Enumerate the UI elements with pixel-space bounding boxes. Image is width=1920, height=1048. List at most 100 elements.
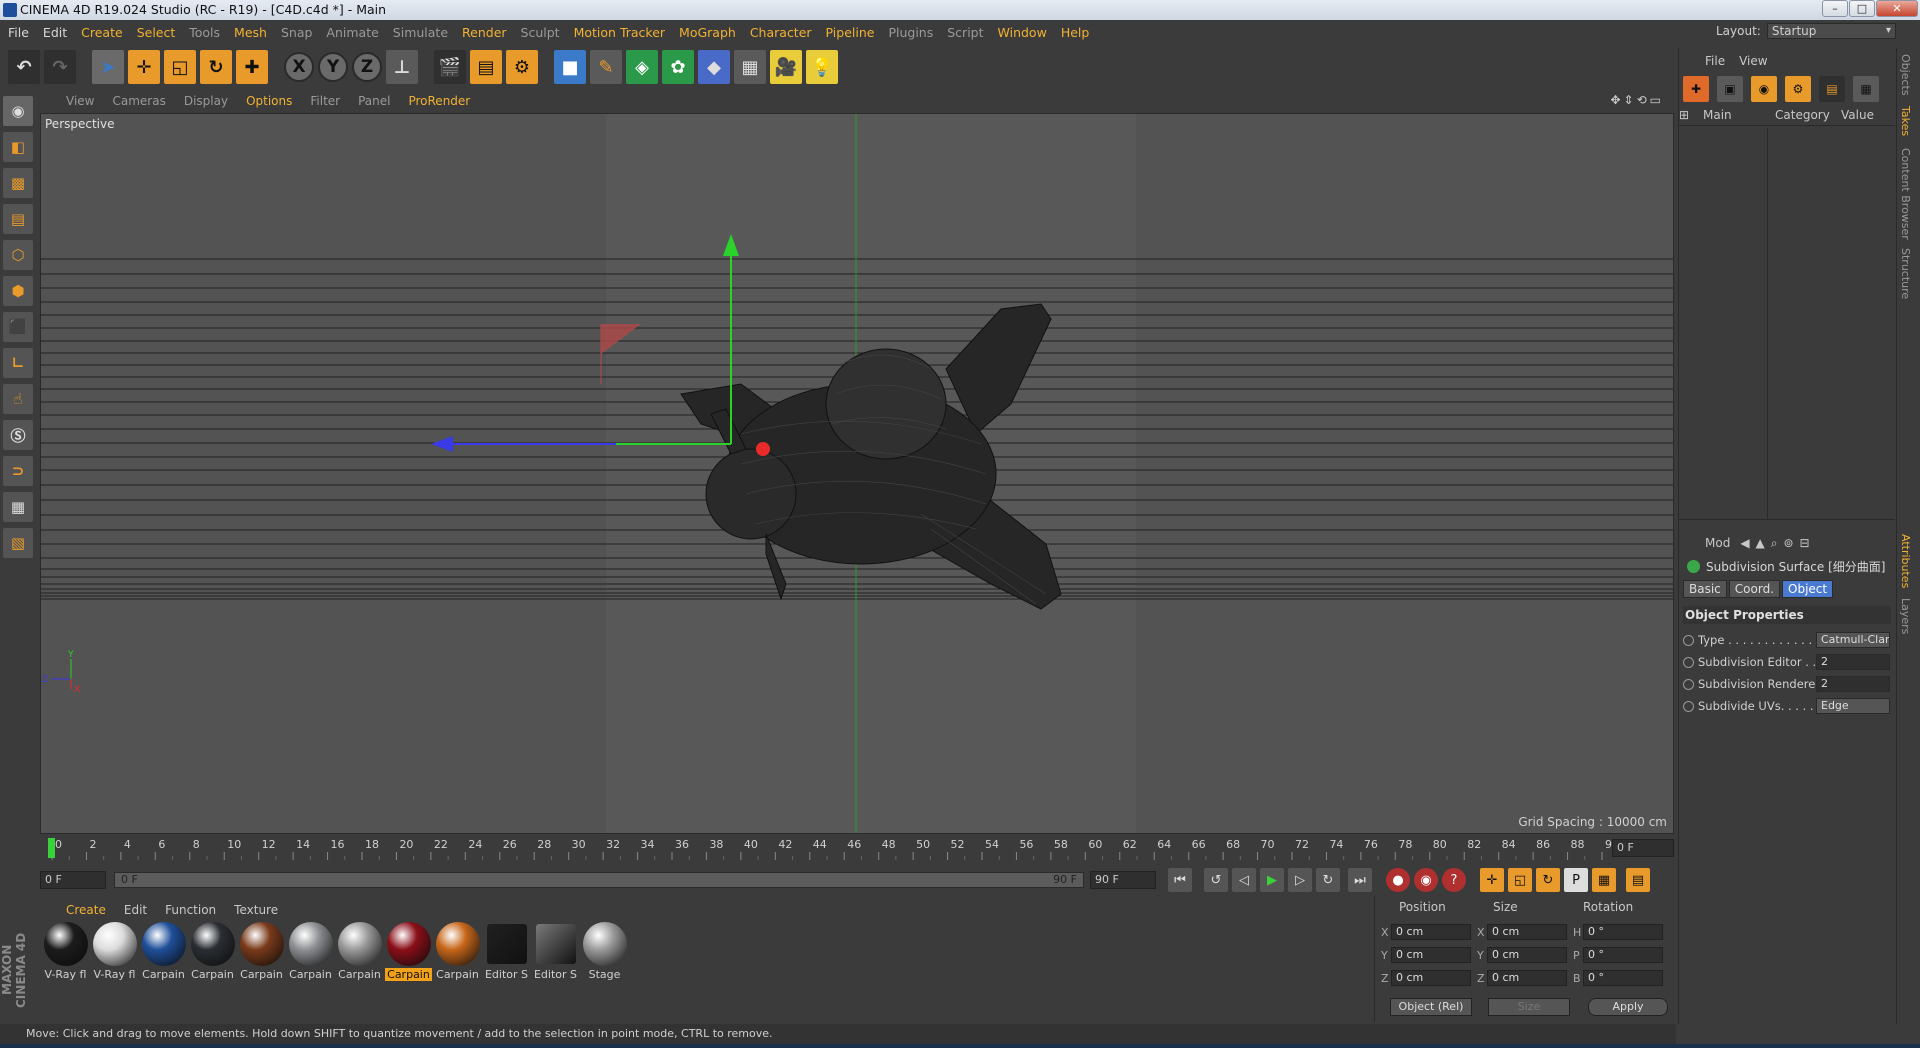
material-item[interactable]: Carpain (287, 922, 334, 1022)
material-item[interactable]: Carpain (189, 922, 236, 1022)
menu-simulate[interactable]: Simulate (393, 25, 448, 40)
polygons-mode-icon[interactable]: ⬛ (3, 312, 33, 342)
go-to-end-icon[interactable]: ⏭ (1348, 868, 1372, 892)
position-key-icon[interactable]: ✛ (1480, 868, 1504, 892)
menu-sculpt[interactable]: Sculpt (521, 25, 560, 40)
clone-take-icon[interactable]: ▣ (1717, 76, 1743, 102)
timeline-scheme-icon[interactable]: ▤ (1626, 868, 1650, 892)
previous-key-icon[interactable]: ↺ (1204, 868, 1228, 892)
close-button[interactable]: ✕ (1876, 0, 1918, 17)
menu-render[interactable]: Render (462, 25, 507, 40)
pen-spline-icon[interactable]: ✎ (590, 50, 622, 84)
workplane-mode-icon[interactable]: ▤ (3, 204, 33, 234)
viewport-menu-options[interactable]: Options (246, 94, 292, 108)
material-item[interactable]: Carpain (140, 922, 187, 1022)
menu-pipeline[interactable]: Pipeline (826, 25, 875, 40)
rotation-b-field[interactable]: 0 ° (1583, 970, 1663, 986)
x-axis-lock-icon[interactable]: X (284, 52, 314, 82)
attributes-mode-menu[interactable]: Mod (1705, 536, 1730, 550)
material-item[interactable]: Carpain (434, 922, 481, 1022)
rotate-tool-icon[interactable]: ↻ (200, 50, 232, 84)
subdivision-editor-field[interactable]: 2 (1816, 654, 1890, 670)
apply-button[interactable]: Apply (1588, 998, 1668, 1016)
menu-help[interactable]: Help (1061, 25, 1090, 40)
position-z-field[interactable]: 0 cm (1391, 970, 1471, 986)
side-tab-attributes[interactable]: Attributes (1899, 534, 1912, 588)
texture-mode-icon[interactable]: ▩ (3, 168, 33, 198)
scale-tool-icon[interactable]: ◱ (164, 50, 196, 84)
menu-motion-tracker[interactable]: Motion Tracker (574, 25, 665, 40)
auto-take-icon[interactable]: ◉ (1751, 76, 1777, 102)
render-picture-viewer-icon[interactable]: ▤ (470, 50, 502, 84)
position-y-field[interactable]: 0 cm (1391, 947, 1471, 963)
previous-frame-icon[interactable]: ◁ (1232, 868, 1256, 892)
type-dropdown[interactable]: Catmull-Clark (1816, 632, 1890, 648)
move-tool-icon[interactable]: ✛ (128, 50, 160, 84)
column-value[interactable]: Value (1841, 108, 1891, 125)
menu-edit[interactable]: Edit (43, 25, 67, 40)
timeline-ruler[interactable]: 0 2 4 6 8 10 12 14 16 18 20 22 24 26 28 30 32 34 36 38 40 42 4… (40, 836, 1674, 860)
menu-snap[interactable]: Snap (281, 25, 312, 40)
start-frame-field[interactable]: 0 F (40, 871, 106, 889)
floor-icon[interactable]: ▦ (734, 50, 766, 84)
size-x-field[interactable]: 0 cm (1487, 924, 1567, 940)
material-item[interactable]: Editor S (483, 922, 530, 1022)
preview-range-slider[interactable]: 0 F 90 F (114, 872, 1084, 888)
material-menu-edit[interactable]: Edit (124, 903, 147, 917)
model-mode-icon[interactable]: ◧ (3, 132, 33, 162)
end-frame-field[interactable]: 90 F (1090, 871, 1156, 889)
subdivide-uvs-dropdown[interactable]: Edge (1816, 698, 1890, 714)
viewport-menu-view[interactable]: View (66, 94, 94, 108)
column-main[interactable]: Main (1703, 108, 1769, 125)
expand-icon[interactable]: ⊞ (1679, 108, 1703, 125)
viewport-menu-display[interactable]: Display (184, 94, 228, 108)
axis-mode-icon[interactable]: ∟ (3, 348, 33, 378)
override-icon[interactable]: ⚙ (1785, 76, 1811, 102)
menu-character[interactable]: Character (750, 25, 812, 40)
object-menu-view[interactable]: View (1739, 54, 1767, 68)
viewport-menu-cameras[interactable]: Cameras (112, 94, 165, 108)
column-category[interactable]: Category (1769, 108, 1841, 125)
magnet-icon[interactable]: ⊃ (3, 456, 33, 486)
viewport-menu-prorender[interactable]: ProRender (408, 94, 470, 108)
material-item[interactable]: Editor S (532, 922, 579, 1022)
material-menu-texture[interactable]: Texture (234, 903, 278, 917)
camera-icon[interactable]: 🎥 (770, 50, 802, 84)
menu-script[interactable]: Script (947, 25, 983, 40)
menu-mesh[interactable]: Mesh (234, 25, 267, 40)
position-x-field[interactable]: 0 cm (1391, 924, 1471, 940)
viewport-menu-panel[interactable]: Panel (358, 94, 390, 108)
new-take-icon[interactable]: ✚ (1683, 76, 1709, 102)
render-settings-icon[interactable]: ⚙ (506, 50, 538, 84)
perspective-viewport[interactable]: Y Z X Perspective Grid Spacing : 10000 c… (40, 113, 1674, 834)
rotation-p-field[interactable]: 0 ° (1583, 947, 1663, 963)
edges-mode-icon[interactable]: ⬢ (3, 276, 33, 306)
y-axis-lock-icon[interactable]: Y (318, 52, 348, 82)
undo-icon[interactable]: ↶ (8, 50, 40, 84)
object-menu-file[interactable]: File (1705, 54, 1725, 68)
takes-list[interactable] (1679, 128, 1895, 520)
menu-file[interactable]: File (8, 25, 29, 40)
tab-basic[interactable]: Basic (1683, 580, 1727, 598)
menu-plugins[interactable]: Plugins (888, 25, 933, 40)
side-tab-takes[interactable]: Takes (1899, 106, 1912, 136)
material-item[interactable]: V-Ray fl (91, 922, 138, 1022)
live-selection-icon[interactable]: ➤ (92, 50, 124, 84)
deformer-icon[interactable]: ◆ (698, 50, 730, 84)
side-tab-objects[interactable]: Objects (1899, 54, 1912, 96)
subdivision-renderer-field[interactable]: 2 (1816, 676, 1890, 692)
coordinate-system-icon[interactable]: ⊥ (386, 50, 418, 84)
menu-animate[interactable]: Animate (326, 25, 378, 40)
lock-workplane-icon[interactable]: ▦ (3, 492, 33, 522)
cloner-icon[interactable]: ✿ (662, 50, 694, 84)
viewport-menu-filter[interactable]: Filter (310, 94, 340, 108)
material-item[interactable]: Stage (581, 922, 628, 1022)
cube-object-icon[interactable]: ■ (554, 50, 586, 84)
side-tab-layers[interactable]: Layers (1899, 598, 1912, 634)
z-axis-lock-icon[interactable]: Z (352, 52, 382, 82)
material-item[interactable]: V-Ray fl (42, 922, 89, 1022)
keyframe-selection-icon[interactable]: ? (1442, 868, 1466, 892)
viewport-navigation-icons[interactable]: ✥⇕⟲▭ (1610, 93, 1664, 107)
rotation-h-field[interactable]: 0 ° (1583, 924, 1663, 940)
material-item[interactable]: Carpain (336, 922, 383, 1022)
